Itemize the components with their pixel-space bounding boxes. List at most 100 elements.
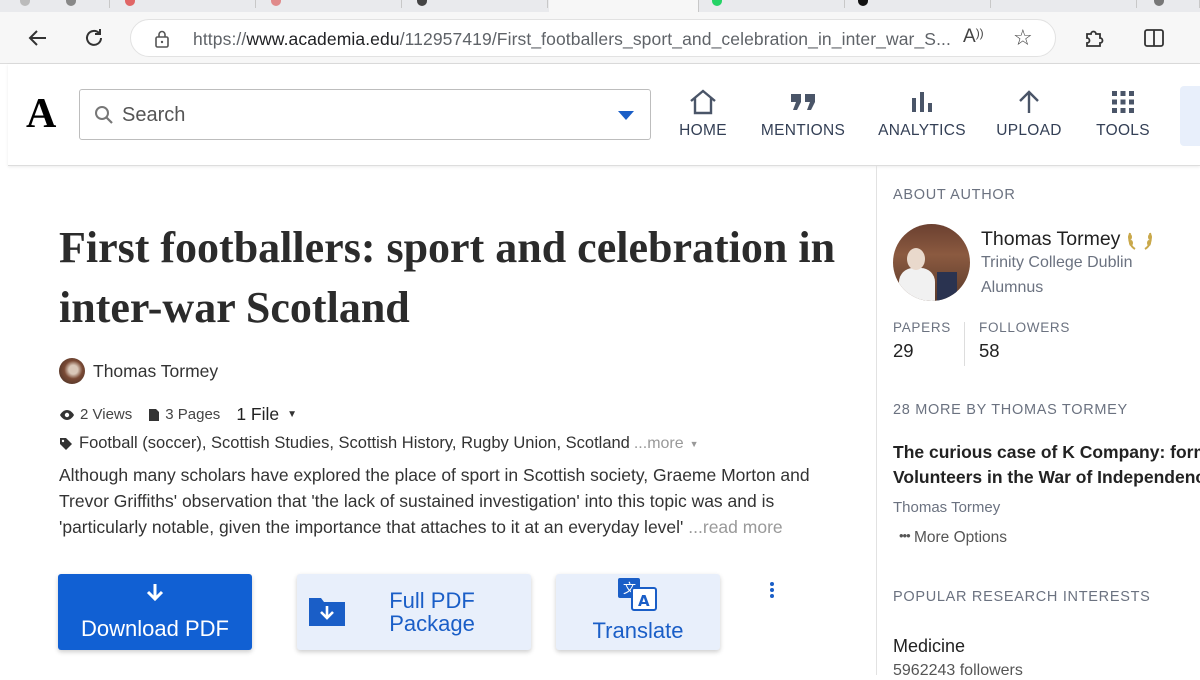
puzzle-icon [1086,30,1104,47]
download-arrow-icon [146,584,164,602]
full-pdf-package-label: Full PDF Package [389,588,475,636]
download-pdf-button[interactable]: Download PDF [58,574,252,650]
grid-icon [1112,91,1134,113]
search-box[interactable] [79,89,651,140]
papers-value: 29 [893,340,914,361]
author-institution[interactable]: Trinity College Dublin [981,254,1132,272]
tab-favicon [20,0,30,6]
tags-list[interactable]: Football (soccer), Scottish Studies, Sco… [79,434,630,453]
pages-label: 3 Pages [165,406,221,423]
translate-icon: 文A [618,578,657,611]
related-paper-title-line1[interactable]: The curious case of K Company: former [893,440,1200,465]
browser-tab-active[interactable] [549,0,699,12]
research-interests-heading: POPULAR RESEARCH INTERESTS [893,589,1151,605]
browser-tab[interactable] [111,0,256,8]
tab-favicon [417,0,427,6]
translate-label: Translate [592,618,684,643]
more-options-button[interactable]: ••• More Options [899,528,1007,547]
url-text[interactable]: https://www.academia.edu/112957419/First… [193,29,951,50]
research-interest-name[interactable]: Medicine [893,636,965,657]
more-options-label: More Options [913,529,1008,546]
nav-mentions[interactable]: MENTIONS [760,86,846,146]
views-label: 2 Views [80,406,133,423]
read-aloud-icon[interactable]: A)) [963,26,984,48]
academia-logo[interactable]: A [26,90,56,138]
tab-favicon [712,0,722,6]
read-more-link[interactable]: ...read more [688,517,782,537]
related-paper-title-line2[interactable]: Volunteers in the War of Independence [893,465,1200,490]
more-by-author-heading: 28 MORE BY THOMAS TORMEY [893,402,1128,418]
tags-more-icon[interactable]: ▼ [690,439,699,449]
about-author-heading: ABOUT AUTHOR [893,187,1016,203]
folder-download-icon [309,598,345,626]
papers-label: PAPERS [893,320,951,335]
search-input[interactable] [122,102,602,128]
back-button[interactable] [20,20,56,56]
followers-value: 58 [979,340,1000,361]
sidebar-author-name-text[interactable]: Thomas Tormey [981,228,1120,251]
file-dropdown-icon: ▼ [287,409,298,420]
web-page: A HOME MENTIONS ANALYTICS UPLOAD TOOLS [8,64,1200,679]
full-pdf-package-button[interactable]: Full PDF Package [297,574,531,650]
author-photo[interactable] [893,224,970,301]
file-count-label: 1 File [236,404,280,424]
browser-tab[interactable] [992,0,1137,8]
related-paper-author[interactable]: Thomas Tormey [893,499,1000,516]
papers-stat[interactable]: PAPERS 29 [893,320,951,362]
tab-favicon [858,0,868,6]
nav-tools-label: TOOLS [1096,122,1150,139]
tab-favicon [1154,0,1164,6]
browser-tab[interactable] [846,0,991,8]
browser-tab[interactable] [700,0,845,8]
download-pdf-label: Download PDF [81,616,229,641]
address-bar[interactable]: https://www.academia.edu/112957419/First… [130,19,1056,57]
related-paper-title[interactable]: The curious case of K Company: former Vo… [893,440,1200,490]
author-role: Alumnus [981,279,1044,296]
views-count: 2 Views [59,406,132,423]
sidebar: ABOUT AUTHOR Thomas Tormey Trinity Colle… [876,166,1200,679]
followers-stat[interactable]: FOLLOWERS 58 [979,320,1070,362]
browser-tab[interactable] [257,0,402,8]
author-avatar[interactable] [59,358,85,384]
home-icon [690,89,716,115]
browser-toolbar: https://www.academia.edu/112957419/First… [0,12,1200,64]
paper-author[interactable]: Thomas Tormey [59,358,218,384]
nav-upload[interactable]: UPLOAD [994,86,1064,146]
paper-tags: Football (soccer), Scottish Studies, Sco… [59,434,699,453]
browser-tab[interactable] [403,0,548,8]
paper-meta: 2 Views 3 Pages 1 File ▼ [59,404,313,425]
author-name-link[interactable]: Thomas Tormey [93,361,218,382]
followers-label: FOLLOWERS [979,320,1071,335]
refresh-button[interactable] [76,20,112,56]
tags-more-link[interactable]: ...more [634,435,684,453]
favorite-star-icon[interactable]: ☆ [1013,25,1033,51]
ellipsis-icon: ••• [899,528,911,543]
url-domain: www.academia.edu [246,29,400,49]
paper-title: First footballers: sport and celebration… [59,223,836,332]
extensions-button[interactable] [1076,20,1112,56]
nav-analytics[interactable]: ANALYTICS [876,86,968,146]
nav-account-button[interactable] [1180,86,1200,146]
lock-icon[interactable] [153,29,171,49]
search-icon [95,106,113,124]
split-screen-button[interactable] [1136,20,1172,56]
nav-tools[interactable]: TOOLS [1090,86,1156,146]
split-screen-icon [1144,29,1164,47]
more-actions-icon[interactable] [766,582,778,602]
pages-count: 3 Pages [148,406,220,423]
file-dropdown[interactable]: 1 File ▼ [236,404,297,425]
nav-mentions-label: MENTIONS [760,122,846,139]
tab-favicon [271,0,281,6]
laurel-badge-icon [1128,232,1153,250]
browser-tab[interactable] [0,0,110,8]
quote-icon [791,94,815,110]
nav-home[interactable]: HOME [672,86,734,146]
browser-tab[interactable] [1138,0,1200,8]
tab-close-icon[interactable] [66,0,76,6]
translate-button[interactable]: 文A Translate [556,574,720,650]
nav-home-label: HOME [679,122,727,139]
back-arrow-icon [28,30,46,46]
search-dropdown-icon[interactable] [618,111,634,120]
sidebar-author-name[interactable]: Thomas Tormey [981,228,1154,251]
url-path: /112957419/First_footballers_sport_and_c… [399,29,951,49]
